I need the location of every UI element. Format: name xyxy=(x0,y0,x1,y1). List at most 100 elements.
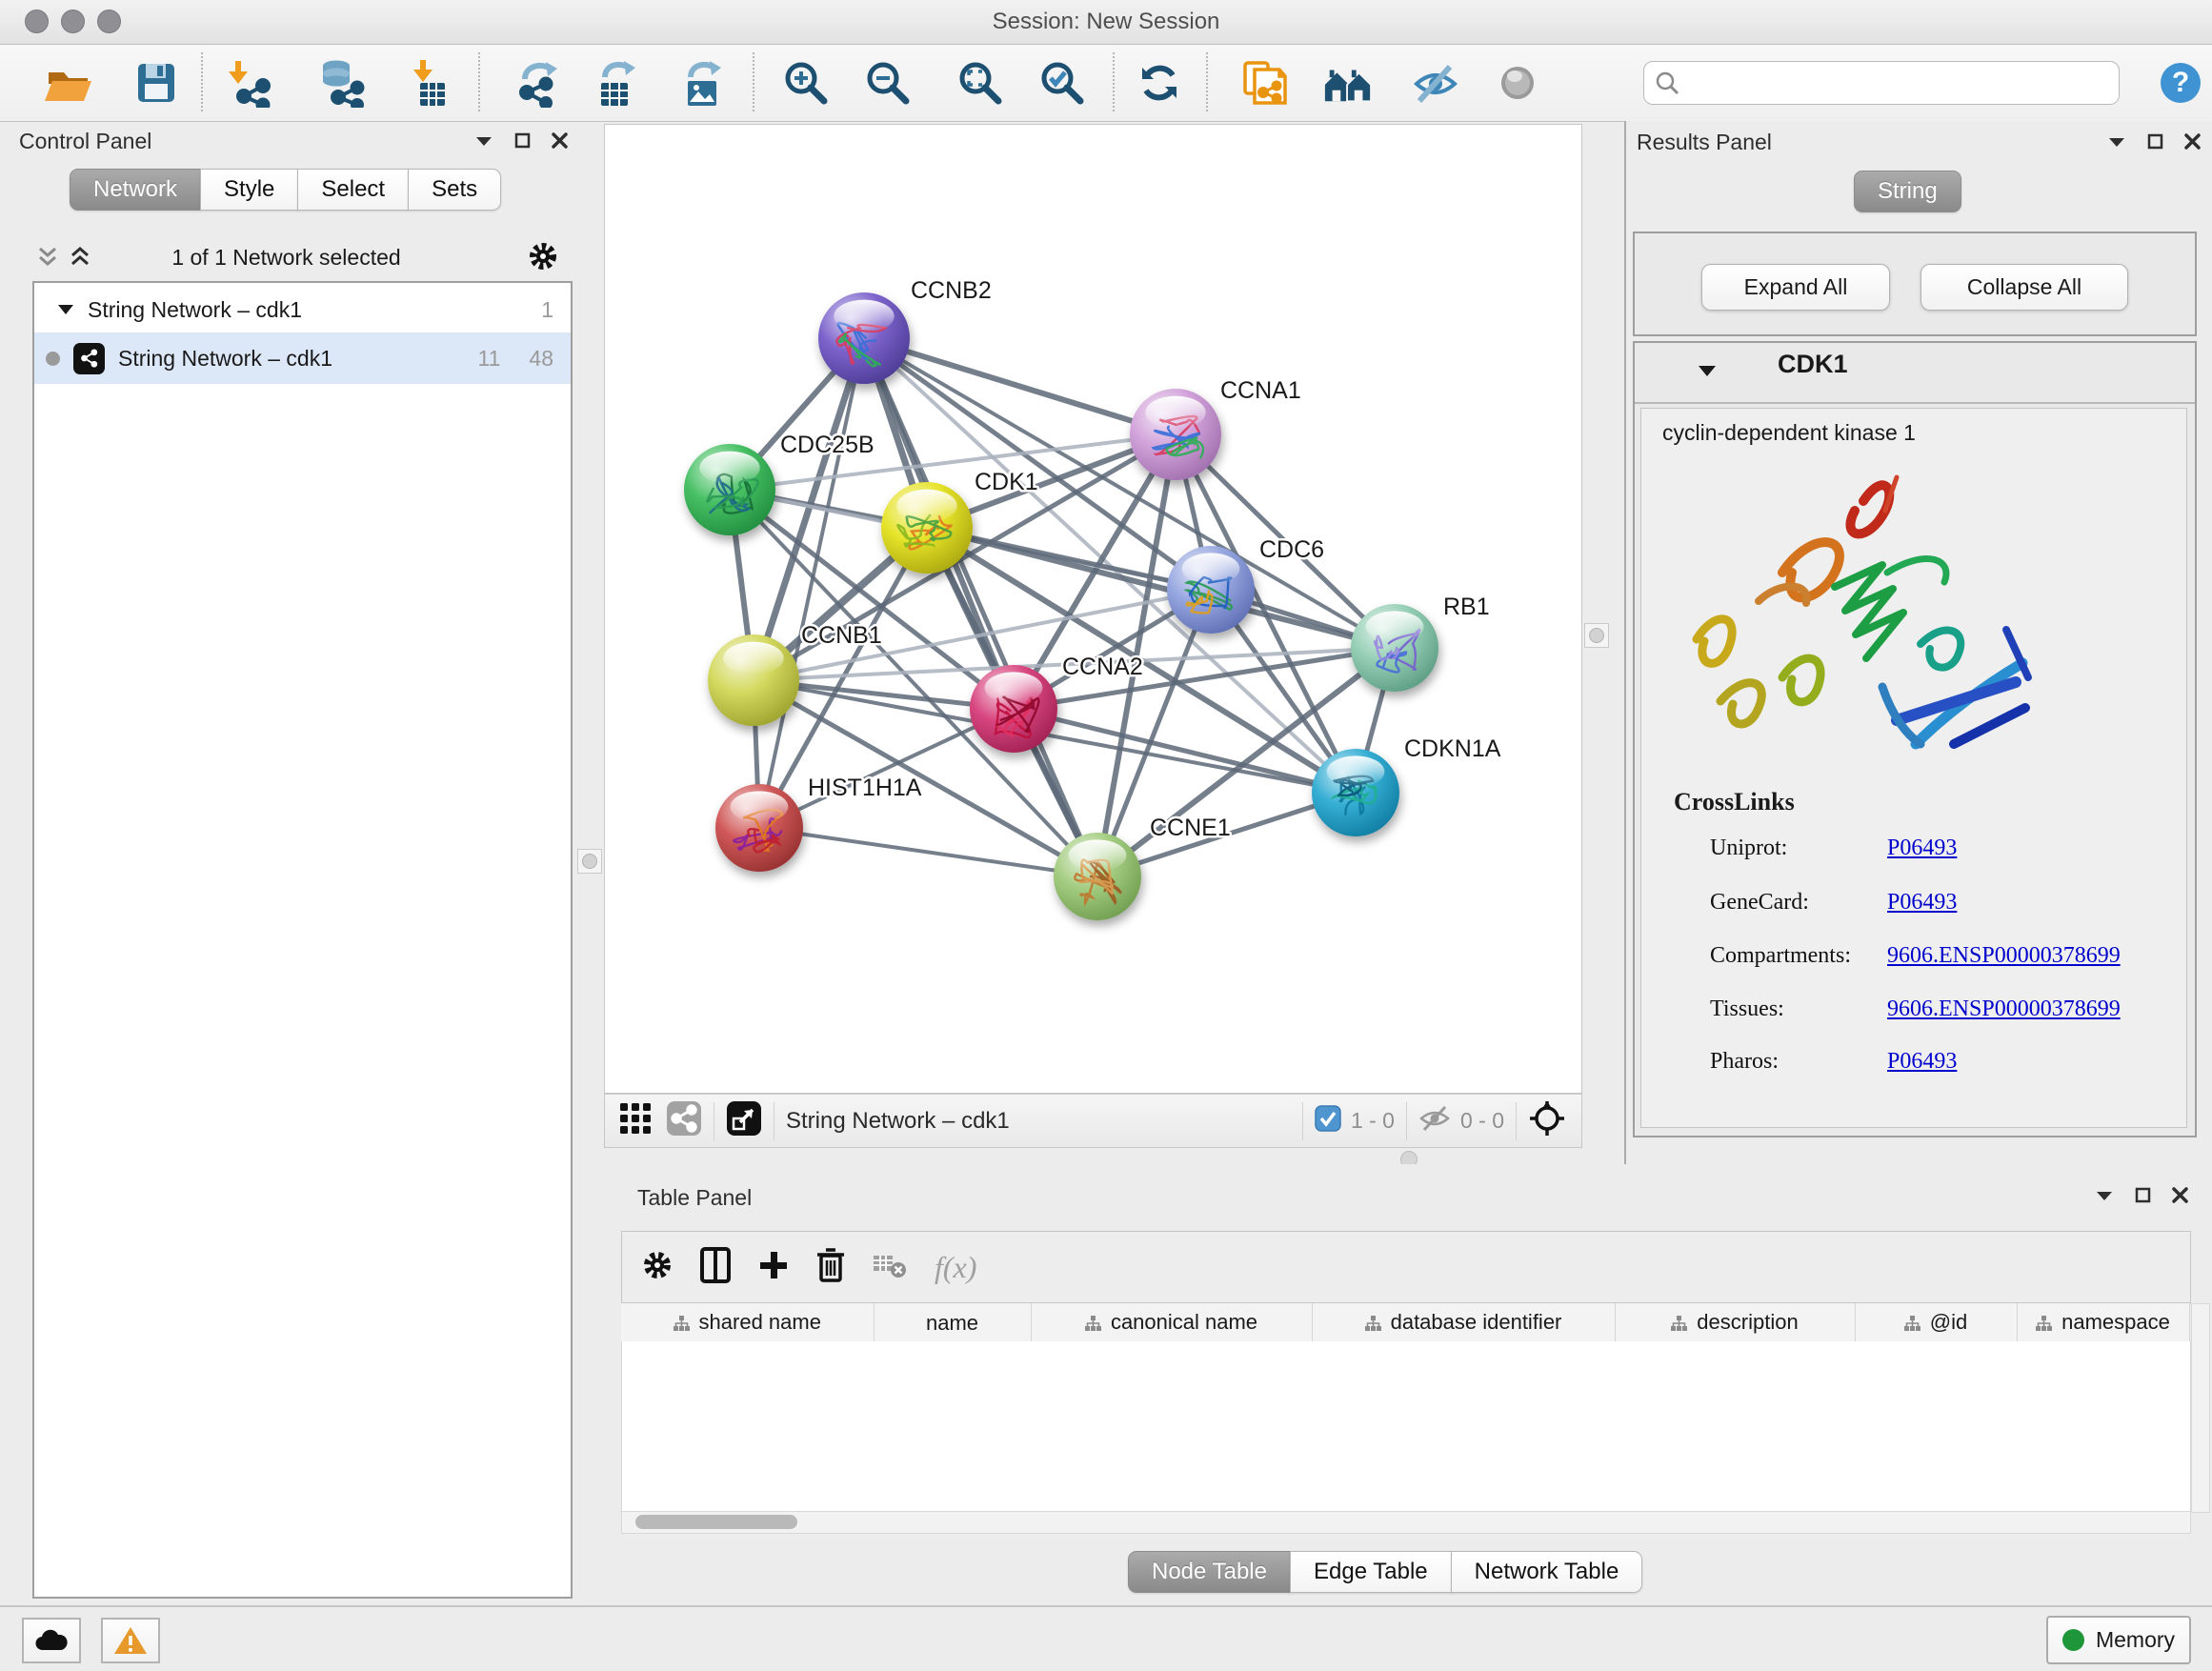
zoom-selected-icon xyxy=(1037,58,1087,108)
save-session-button[interactable] xyxy=(130,57,181,109)
show-graphics-details-button[interactable] xyxy=(1492,57,1543,109)
node-label: CCNB1 xyxy=(801,622,882,649)
home-button[interactable] xyxy=(1322,57,1374,109)
tab-network-table[interactable]: Network Table xyxy=(1451,1551,1643,1593)
network-panel-options-gear-icon[interactable] xyxy=(528,241,558,276)
network-canvas[interactable]: CCNB2CCNA1CDC25BCDK1CDC6RB1CCNB1CCNA2CDK… xyxy=(604,124,1582,1094)
panel-menu-icon[interactable] xyxy=(2095,1189,2114,1202)
network-row-selected[interactable]: String Network – cdk1 11 48 xyxy=(34,332,571,384)
close-panel-icon[interactable] xyxy=(2184,133,2201,150)
expand-all-button[interactable]: Expand All xyxy=(1701,264,1890,311)
tab-sets[interactable]: Sets xyxy=(408,169,501,211)
panel-menu-icon[interactable] xyxy=(2107,135,2126,149)
import-network-file-button[interactable] xyxy=(224,57,275,109)
scrollbar-thumb[interactable] xyxy=(635,1515,797,1529)
node-label: CCNA2 xyxy=(1062,654,1143,680)
node-label: HIST1H1A xyxy=(808,775,922,801)
toolbar-separator xyxy=(1113,52,1115,111)
toolbar-separator xyxy=(201,52,203,111)
tab-network[interactable]: Network xyxy=(70,169,201,211)
crosslink-label: Compartments: xyxy=(1710,943,1851,969)
clone-network-button[interactable] xyxy=(1237,57,1289,109)
crosslink-genecard-link[interactable]: P06493 xyxy=(1887,890,1957,916)
tab-edge-table[interactable]: Edge Table xyxy=(1290,1551,1452,1593)
tab-node-table[interactable]: Node Table xyxy=(1128,1551,1291,1593)
left-splitter-handle[interactable] xyxy=(577,849,602,874)
export-network-button[interactable] xyxy=(513,57,564,109)
protein-structure-image xyxy=(1668,458,2059,792)
crosslink-compartments-link[interactable]: 9606.ENSP00000378699 xyxy=(1887,943,2121,969)
search-input[interactable] xyxy=(1680,70,2094,96)
column-header[interactable]: database identifier xyxy=(1312,1303,1615,1344)
column-header[interactable]: @id xyxy=(1855,1303,2017,1344)
grid-icon xyxy=(618,1101,653,1136)
tab-string-results[interactable]: String xyxy=(1854,171,1961,212)
results-buttons-box: Expand All Collapse All xyxy=(1633,232,2197,336)
toolbar-separator xyxy=(1206,52,1208,111)
toolbar-separator xyxy=(478,52,480,111)
import-network-database-button[interactable] xyxy=(316,57,368,109)
save-floppy-icon xyxy=(131,58,180,108)
warnings-button[interactable] xyxy=(101,1618,160,1663)
collapse-all-button[interactable]: Collapse All xyxy=(1920,264,2128,311)
crosslink-label: Tissues: xyxy=(1710,997,1784,1022)
tab-style[interactable]: Style xyxy=(200,169,298,211)
tab-select[interactable]: Select xyxy=(297,169,409,211)
cloud-status-button[interactable] xyxy=(22,1618,81,1663)
export-table-button[interactable] xyxy=(591,57,642,109)
help-button[interactable]: ? xyxy=(2155,57,2206,109)
table-options-gear-icon[interactable] xyxy=(641,1249,674,1286)
float-panel-icon[interactable] xyxy=(2135,1187,2151,1203)
crosslink-pharos-link[interactable]: P06493 xyxy=(1887,1049,1957,1075)
hidden-eye-slash-icon xyxy=(1418,1103,1451,1134)
birdseye-view-button[interactable] xyxy=(726,1100,762,1141)
zoom-in-button[interactable] xyxy=(780,57,832,109)
column-header[interactable]: shared name xyxy=(621,1303,874,1344)
memory-button[interactable]: Memory xyxy=(2046,1616,2191,1664)
collection-expand-icon[interactable] xyxy=(57,304,74,316)
export-image-button[interactable] xyxy=(676,57,728,109)
network-node-count: 11 xyxy=(478,346,501,372)
panel-menu-icon[interactable] xyxy=(474,134,493,148)
column-header[interactable]: description xyxy=(1615,1303,1855,1344)
float-panel-icon[interactable] xyxy=(2147,133,2163,150)
right-splitter-handle[interactable] xyxy=(1584,623,1609,648)
refresh-view-button[interactable] xyxy=(1134,57,1185,109)
crosslink-uniprot-link[interactable]: P06493 xyxy=(1887,836,1957,861)
show-columns-icon[interactable] xyxy=(698,1246,733,1289)
fit-content-button[interactable] xyxy=(955,57,1006,109)
zoom-selected-button[interactable] xyxy=(1036,57,1088,109)
hidden-counts: 0 - 0 xyxy=(1460,1108,1504,1134)
crosslink-tissues-link[interactable]: 9606.ENSP00000378699 xyxy=(1887,997,2121,1022)
control-panel-tabs: Network Style Select Sets xyxy=(70,169,501,211)
table-panel-title: Table Panel xyxy=(637,1185,752,1211)
zoom-out-button[interactable] xyxy=(862,57,914,109)
node-label: CCNA1 xyxy=(1220,377,1301,404)
fit-selected-button[interactable] xyxy=(1528,1099,1566,1142)
toolbar-search-field[interactable] xyxy=(1643,61,2120,105)
float-panel-icon[interactable] xyxy=(514,132,531,149)
network-edge-count: 48 xyxy=(529,346,553,372)
close-panel-icon[interactable] xyxy=(552,132,568,149)
clone-network-icon xyxy=(1237,57,1289,109)
column-header[interactable]: namespace xyxy=(2017,1303,2189,1344)
control-panel: Control Panel Network Style Select Sets … xyxy=(8,125,565,1597)
cloud-icon xyxy=(33,1627,70,1654)
show-grid-button[interactable] xyxy=(618,1101,653,1140)
open-session-button[interactable] xyxy=(42,57,93,109)
add-column-icon[interactable] xyxy=(757,1249,790,1286)
column-header[interactable]: name xyxy=(874,1303,1031,1344)
string-view-button[interactable] xyxy=(666,1100,702,1141)
close-panel-icon[interactable] xyxy=(2172,1187,2188,1203)
selected-checkbox[interactable] xyxy=(1315,1105,1341,1137)
section-collapse-icon[interactable] xyxy=(1698,364,1717,378)
string-network-graph[interactable]: CCNB2CCNA1CDC25BCDK1CDC6RB1CCNB1CCNA2CDK… xyxy=(605,125,1581,1093)
import-table-file-button[interactable] xyxy=(404,57,455,109)
network-collection-row[interactable]: String Network – cdk1 1 xyxy=(34,287,571,332)
table-vertical-scrollbar[interactable] xyxy=(2191,1303,2210,1513)
column-header[interactable]: canonical name xyxy=(1031,1303,1312,1344)
current-network-name: String Network – cdk1 xyxy=(786,1108,1010,1135)
delete-column-trash-icon[interactable] xyxy=(814,1247,847,1288)
hide-graphics-details-button[interactable] xyxy=(1410,57,1461,109)
table-horizontal-scrollbar[interactable] xyxy=(621,1511,2191,1534)
